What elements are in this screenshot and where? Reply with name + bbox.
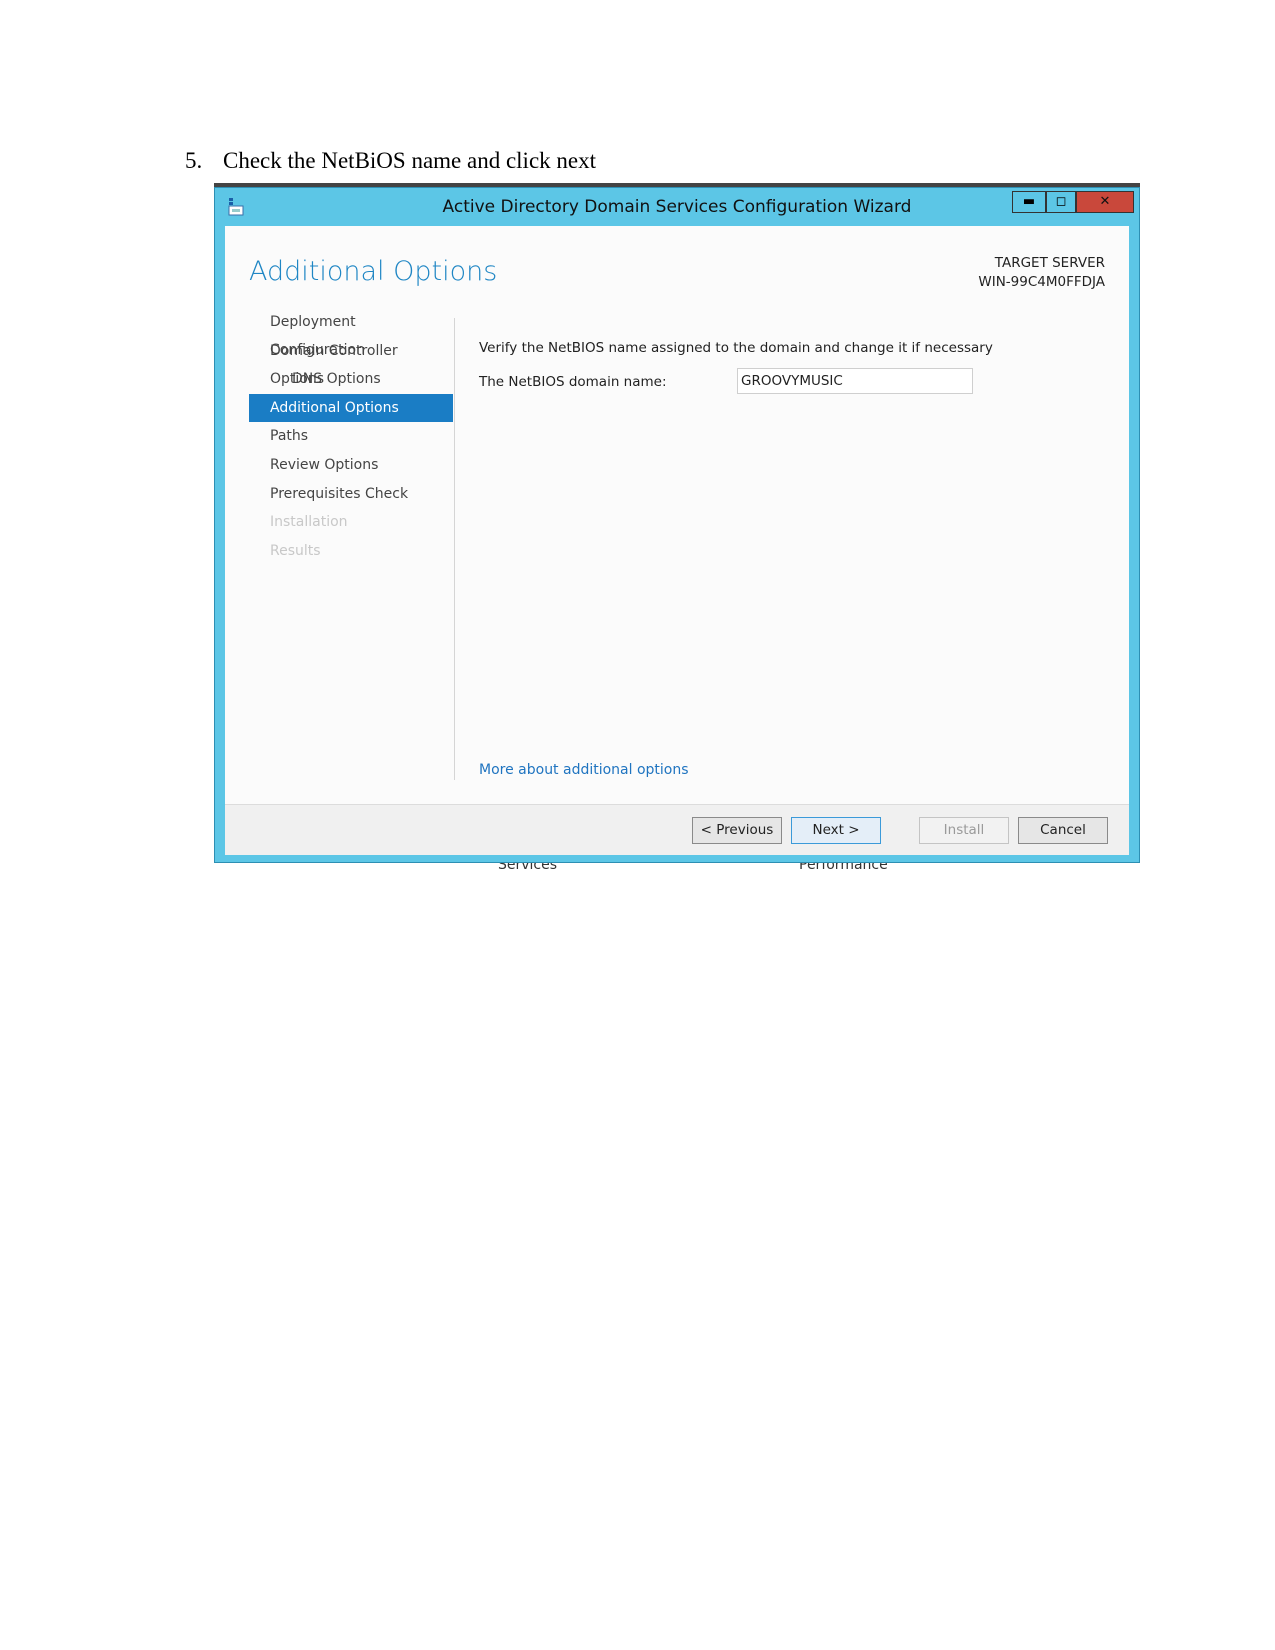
page-title: Additional Options — [249, 256, 498, 287]
step-instruction: 5. Check the NetBiOS name and click next — [185, 148, 596, 174]
netbios-name-input[interactable]: GROOVYMUSIC — [737, 368, 973, 394]
wizard-window: Active Directory Domain Services Configu… — [214, 187, 1140, 863]
more-about-link[interactable]: More about additional options — [479, 762, 689, 778]
nav-item-prerequisites-check[interactable]: Prerequisites Check — [249, 480, 453, 509]
nav-item-deployment-configuration[interactable]: Deployment Configuration — [249, 308, 453, 358]
window-title: Active Directory Domain Services Configu… — [442, 197, 912, 217]
cancel-button[interactable]: Cancel — [1018, 817, 1108, 844]
close-button[interactable]: ✕ — [1076, 191, 1134, 213]
target-server-name: WIN-99C4M0FFDJA — [978, 274, 1105, 290]
step-text: Check the NetBiOS name and click next — [223, 148, 597, 173]
verify-instruction: Verify the NetBIOS name assigned to the … — [479, 340, 993, 356]
wizard-nav: Deployment Configuration Domain Controll… — [249, 308, 453, 565]
nav-item-additional-options[interactable]: Additional Options — [249, 393, 453, 423]
install-button: Install — [919, 817, 1009, 844]
previous-button[interactable]: < Previous — [692, 817, 782, 844]
nav-item-domain-controller-options[interactable]: Domain Controller Options — [249, 337, 453, 387]
netbios-label: The NetBIOS domain name: — [479, 374, 667, 390]
nav-item-review-options[interactable]: Review Options — [249, 451, 453, 480]
button-bar: < Previous Next > Install Cancel — [225, 804, 1129, 855]
title-bar[interactable]: Active Directory Domain Services Configu… — [215, 188, 1139, 225]
nav-item-paths[interactable]: Paths — [249, 422, 453, 451]
document-page: 5. Check the NetBiOS name and click next … — [0, 0, 1275, 1650]
next-button[interactable]: Next > — [791, 817, 881, 844]
maximize-button[interactable]: ◻ — [1046, 191, 1076, 213]
target-server: TARGET SERVER WIN-99C4M0FFDJA — [978, 254, 1105, 292]
nav-divider — [454, 318, 455, 780]
step-number: 5. — [185, 148, 203, 173]
nav-item-results: Results — [270, 542, 321, 559]
target-server-label: TARGET SERVER — [994, 255, 1105, 271]
nav-item-installation: Installation — [270, 514, 348, 531]
wizard-content: Additional Options TARGET SERVER WIN-99C… — [225, 226, 1129, 804]
minimize-button[interactable]: ▬ — [1012, 191, 1046, 213]
